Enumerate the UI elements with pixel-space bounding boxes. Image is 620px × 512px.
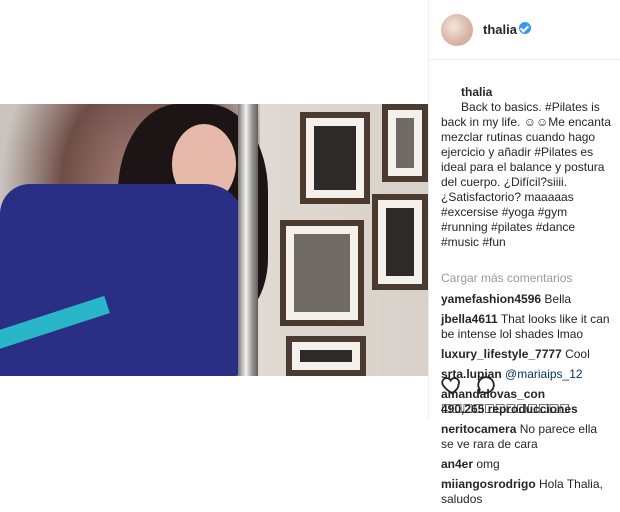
- wall-photo-frame: [300, 112, 370, 204]
- wall-photo-frame: [372, 194, 428, 290]
- comment: an4er omg: [441, 457, 613, 472]
- action-bar: [441, 374, 620, 398]
- comment-user[interactable]: miiangosrodrigo: [441, 477, 536, 491]
- comment-user[interactable]: an4er: [441, 457, 473, 471]
- caption: thalia Back to basics. #Pilates is back …: [441, 70, 613, 265]
- caption-text: Back to basics. #Pilates is back in my l…: [441, 100, 615, 249]
- comment-text: omg: [476, 457, 500, 471]
- comment-text: Bella: [544, 292, 572, 306]
- photo-mat: [396, 118, 414, 168]
- views-count: 490,265 reproducciones: [441, 402, 578, 416]
- caption-username[interactable]: thalia: [461, 85, 492, 99]
- post-header: thalia: [429, 0, 620, 60]
- verified-badge-icon: [519, 22, 531, 34]
- wall-photo-frame: [382, 104, 428, 182]
- comment: yamefashion4596 Bella: [441, 292, 613, 307]
- comment: neritocamera No parece ella se ve rara d…: [441, 422, 613, 452]
- wall-photo-frame: [286, 336, 366, 376]
- comment: luxury_lifestyle_7777 Cool: [441, 347, 613, 362]
- photo-mat: [300, 350, 352, 362]
- comments-section: thalia Back to basics. #Pilates is back …: [441, 70, 613, 512]
- comment-user[interactable]: jbella4611: [441, 312, 498, 326]
- avatar[interactable]: [441, 14, 473, 46]
- profile-username[interactable]: thalia: [483, 22, 517, 37]
- pole: [238, 104, 258, 376]
- comment: miiangosrodrigo Hola Thalia, saludos: [441, 477, 613, 507]
- comment-user[interactable]: luxury_lifestyle_7777: [441, 347, 562, 361]
- comment: jbella4611 That looks like it can be int…: [441, 312, 613, 342]
- wall-photo-frame: [280, 220, 364, 326]
- heart-icon[interactable]: [441, 374, 463, 396]
- blue-top: [0, 184, 245, 376]
- comment-user[interactable]: yamefashion4596: [441, 292, 541, 306]
- video-frame[interactable]: [0, 104, 428, 376]
- comment-icon[interactable]: [475, 374, 497, 396]
- photo-mat: [294, 234, 350, 312]
- comment-text: Cool: [565, 347, 590, 361]
- comment-user[interactable]: neritocamera: [441, 422, 516, 436]
- media-panel: [0, 0, 428, 420]
- load-more-comments[interactable]: Cargar más comentarios: [441, 271, 613, 286]
- photo-mat: [314, 126, 356, 190]
- photo-mat: [386, 208, 414, 276]
- post-sidebar: thalia thalia Back to basics. #Pilates i…: [428, 0, 620, 506]
